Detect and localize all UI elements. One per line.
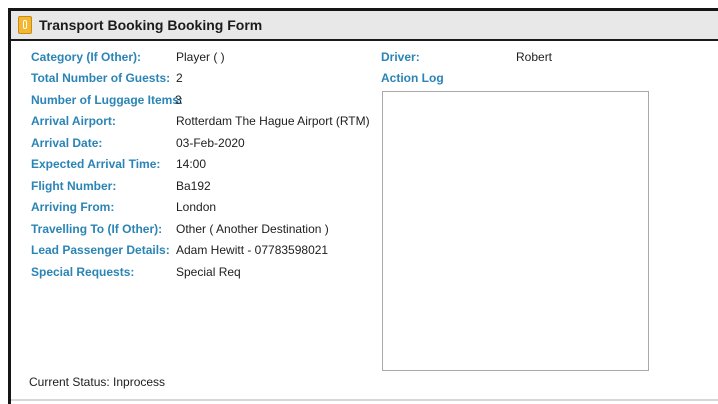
form-icon (18, 16, 32, 34)
field-value: 2 (176, 71, 183, 85)
window-title: Transport Booking Booking Form (39, 17, 263, 33)
form-content: Category (If Other): Player ( ) Total Nu… (11, 41, 718, 404)
field-label: Expected Arrival Time: (31, 157, 161, 171)
action-log-box[interactable] (382, 91, 649, 371)
field-value: Ba192 (176, 179, 211, 193)
field-value: Adam Hewitt - 07783598021 (176, 243, 329, 257)
driver-value: Robert (516, 50, 553, 64)
field-value: Rotterdam The Hague Airport (RTM) (176, 114, 370, 128)
field-label: Total Number of Guests: (31, 71, 171, 85)
field-value: Special Req (176, 265, 241, 279)
field-label: Number of Luggage Items: (31, 93, 184, 107)
field-value: London (176, 200, 217, 214)
field-value: Player ( ) (176, 50, 225, 64)
field-label: Special Requests: (31, 265, 135, 279)
current-status: Current Status: Inprocess (29, 375, 166, 389)
field-value: 14:00 (176, 157, 207, 171)
booking-form-window: Transport Booking Booking Form Category … (8, 8, 718, 404)
field-label: Arrival Airport: (31, 114, 116, 128)
field-label: Category (If Other): (31, 50, 142, 64)
bottom-divider (11, 399, 718, 401)
field-label: Travelling To (If Other): (31, 222, 163, 236)
field-value: Other ( Another Destination ) (176, 222, 329, 236)
action-log-label: Action Log (381, 71, 444, 85)
field-value: 03-Feb-2020 (176, 136, 245, 150)
field-value: 3 (175, 93, 182, 107)
driver-label: Driver: (381, 50, 420, 64)
window-titlebar: Transport Booking Booking Form (11, 11, 718, 41)
field-label: Arriving From: (31, 200, 115, 214)
field-label: Arrival Date: (31, 136, 103, 150)
field-label: Lead Passenger Details: (31, 243, 170, 257)
field-label: Flight Number: (31, 179, 117, 193)
